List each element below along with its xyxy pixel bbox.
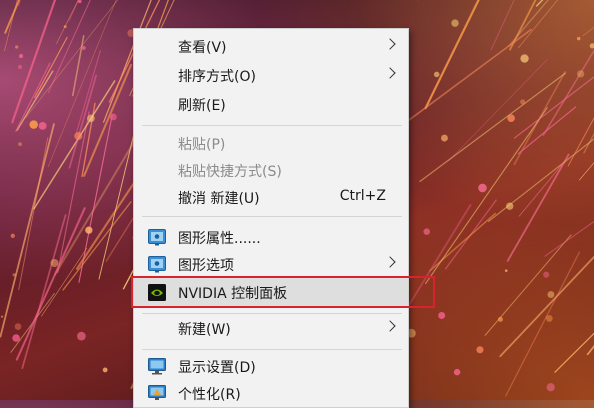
highlight-callout-box [131, 276, 435, 308]
submenu-arrow-icon [384, 320, 395, 331]
menu-item-view[interactable]: 查看(V) [134, 32, 408, 61]
menu-item-personalize-label: 个性化(R) [178, 384, 241, 404]
context-menu: 查看(V) 排序方式(O) 刷新(E) 粘贴(P) 粘贴快捷方式(S) 撤消 新… [133, 28, 409, 408]
display-icon [148, 358, 166, 375]
menu-item-refresh-label: 刷新(E) [178, 95, 226, 115]
menu-item-graphics-options[interactable]: 图形选项 [134, 250, 408, 279]
menu-item-new-label: 新建(W) [178, 319, 231, 339]
submenu-arrow-icon [384, 256, 395, 267]
menu-item-paste[interactable]: 粘贴(P) [134, 129, 408, 158]
menu-separator [142, 216, 402, 217]
menu-item-sort-by[interactable]: 排序方式(O) [134, 61, 408, 90]
menu-item-undo-new-shortcut: Ctrl+Z [340, 188, 386, 204]
menu-separator [142, 125, 402, 126]
menu-item-personalize[interactable]: 个性化(R) [134, 379, 408, 408]
menu-item-refresh[interactable]: 刷新(E) [134, 90, 408, 119]
intel-graphics-icon [148, 229, 166, 246]
menu-item-view-label: 查看(V) [178, 37, 227, 57]
submenu-arrow-icon [384, 38, 395, 49]
intel-graphics-icon [148, 256, 166, 273]
menu-separator [142, 349, 402, 350]
menu-item-sort-by-label: 排序方式(O) [178, 66, 256, 86]
menu-item-paste-label: 粘贴(P) [178, 134, 225, 154]
menu-item-paste-shortcut[interactable]: 粘贴快捷方式(S) [134, 156, 408, 185]
menu-item-display-settings[interactable]: 显示设置(D) [134, 352, 408, 381]
submenu-arrow-icon [384, 67, 395, 78]
menu-item-new[interactable]: 新建(W) [134, 314, 408, 343]
menu-item-paste-shortcut-label: 粘贴快捷方式(S) [178, 161, 282, 181]
menu-item-graphics-properties[interactable]: 图形属性...... [134, 223, 408, 252]
personalize-icon [148, 385, 166, 402]
menu-item-undo-new[interactable]: 撤消 新建(U) Ctrl+Z [134, 183, 408, 212]
menu-item-graphics-properties-label: 图形属性...... [178, 228, 261, 248]
menu-item-undo-new-label: 撤消 新建(U) [178, 188, 260, 208]
menu-item-display-settings-label: 显示设置(D) [178, 357, 256, 377]
menu-item-graphics-options-label: 图形选项 [178, 255, 234, 275]
